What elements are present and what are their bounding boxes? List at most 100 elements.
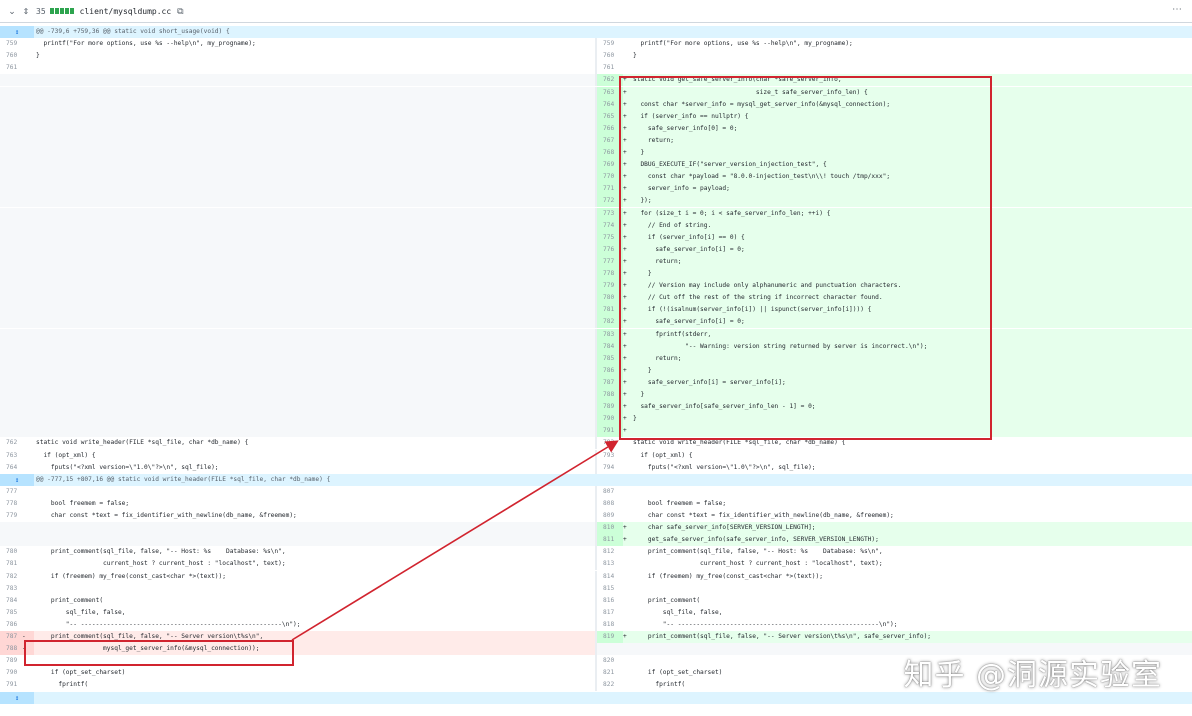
kebab-icon[interactable]: ⋯ — [1172, 4, 1182, 15]
right-line-number[interactable]: 787 — [597, 376, 623, 389]
left-line-number[interactable]: 781 — [0, 558, 34, 570]
left-line-number[interactable]: 761 — [0, 62, 34, 74]
right-line-number[interactable]: 819 — [597, 631, 623, 643]
left-line-number[interactable]: 759 — [0, 38, 34, 50]
right-line-number[interactable]: 767 — [597, 134, 623, 147]
right-line-number[interactable]: 822 — [597, 679, 623, 691]
right-line-number[interactable]: 815 — [597, 583, 623, 595]
add-sign: + — [623, 282, 627, 290]
expand-icon[interactable]: ⇕ — [20, 7, 32, 16]
left-line-number[interactable]: 764 — [0, 462, 34, 474]
left-line-number[interactable]: 760 — [0, 50, 34, 62]
left-line-number[interactable]: 782 — [0, 571, 34, 583]
right-line-number[interactable]: 818 — [597, 619, 623, 631]
right-line-number[interactable]: 793 — [597, 450, 623, 462]
left-line-number[interactable]: 783 — [0, 583, 34, 595]
copy-icon[interactable]: ⧉ — [177, 6, 183, 17]
diff-row: 764 fputs("<?xml version=\"1.0\"?>\n", s… — [0, 461, 1192, 474]
right-line-number[interactable]: 790 — [597, 413, 623, 426]
left-line-number[interactable]: 762 — [0, 437, 34, 449]
right-line-number[interactable]: 768 — [597, 147, 623, 159]
right-line-number[interactable]: 811 — [597, 534, 623, 547]
left-code: mysql_get_server_info(&mysql_connection)… — [36, 645, 260, 653]
left-line-number[interactable]: 789 — [0, 655, 34, 667]
right-line-number[interactable]: 813 — [597, 558, 623, 570]
right-line-number[interactable]: 789 — [597, 401, 623, 414]
right-line-number[interactable]: 762 — [597, 74, 623, 87]
file-path[interactable]: client/mysqldump.cc — [80, 7, 172, 16]
right-line-number[interactable]: 794 — [597, 462, 623, 474]
left-side: 789 — [0, 655, 595, 667]
right-line-number[interactable]: 761 — [597, 62, 623, 74]
right-line-number[interactable]: 810 — [597, 522, 623, 535]
left-line-number[interactable]: 786 — [0, 619, 34, 631]
right-line-number[interactable]: 769 — [597, 159, 623, 172]
right-line-number[interactable]: 781 — [597, 304, 623, 317]
right-side: 766 + safe_server_info[0] = 0; — [597, 122, 1192, 135]
right-line-number[interactable]: 775 — [597, 231, 623, 244]
diff-row: 783 815 — [0, 582, 1192, 595]
right-line-number[interactable]: 791 — [597, 425, 623, 438]
right-line-number[interactable]: 785 — [597, 352, 623, 365]
left-line-number[interactable]: 791 — [0, 679, 34, 691]
diff-row: 763 + size_t safe_server_info_len) { — [0, 86, 1192, 99]
right-line-number[interactable]: 786 — [597, 364, 623, 377]
right-line-number[interactable]: 777 — [597, 255, 623, 268]
right-line-number[interactable]: 821 — [597, 667, 623, 679]
left-line-number[interactable]: 763 — [0, 450, 34, 462]
right-code: safe_server_info[i] = server_info[i]; — [633, 378, 786, 386]
chevron-down-icon[interactable]: ⌄ — [4, 6, 20, 17]
right-line-number[interactable]: 759 — [597, 38, 623, 50]
diff-row: 759 printf("For more options, use %s --h… — [0, 38, 1192, 51]
right-line-number[interactable]: 782 — [597, 316, 623, 329]
right-line-number[interactable]: 773 — [597, 207, 623, 220]
change-count: 35 — [36, 6, 46, 16]
right-line-number[interactable]: 763 — [597, 86, 623, 99]
right-line-number[interactable]: 770 — [597, 171, 623, 184]
expand-hunk-icon[interactable]: ↕ — [0, 473, 34, 486]
expand-hunk-icon[interactable]: ↕ — [0, 26, 34, 38]
left-line-number[interactable]: 779 — [0, 510, 34, 522]
right-code: const char *payload = "8.0.0-injection_t… — [633, 173, 891, 181]
right-code: "-- ------------------------------------… — [633, 620, 898, 628]
right-line-number[interactable]: 807 — [597, 486, 623, 498]
right-line-number[interactable]: 780 — [597, 292, 623, 305]
right-line-number[interactable]: 814 — [597, 571, 623, 583]
left-line-number[interactable]: 790 — [0, 667, 34, 679]
right-line-number[interactable]: 792 — [597, 437, 623, 449]
right-line-number[interactable]: 788 — [597, 389, 623, 401]
left-line-number[interactable]: 784 — [0, 595, 34, 607]
left-line-number[interactable]: 780 — [0, 546, 34, 558]
left-side — [0, 98, 595, 111]
right-line-number[interactable]: 784 — [597, 340, 623, 353]
left-side: 786 "-- --------------------------------… — [0, 619, 595, 631]
expand-hunk-icon[interactable]: ↕ — [0, 691, 34, 704]
right-line-number[interactable]: 776 — [597, 243, 623, 256]
right-side: 773 + for (size_t i = 0; i < safe_server_… — [597, 207, 1192, 220]
left-line-number[interactable]: 777 — [0, 486, 34, 498]
right-line-number[interactable]: 764 — [597, 98, 623, 111]
right-line-number[interactable]: 760 — [597, 50, 623, 62]
right-line-number[interactable]: 766 — [597, 122, 623, 135]
right-line-number[interactable]: 765 — [597, 110, 623, 123]
right-line-number[interactable]: 808 — [597, 498, 623, 510]
right-line-number[interactable]: 771 — [597, 183, 623, 196]
right-side: 809 char const *text = fix_identifier_wi… — [597, 510, 1192, 522]
left-line-number[interactable]: 785 — [0, 607, 34, 619]
left-line-number[interactable]: 778 — [0, 498, 34, 510]
right-line-number[interactable]: 820 — [597, 655, 623, 667]
right-line-number[interactable]: 783 — [597, 328, 623, 341]
right-line-number[interactable]: 817 — [597, 607, 623, 619]
right-side: 815 — [597, 583, 1192, 595]
right-line-number[interactable]: 778 — [597, 268, 623, 280]
right-line-number[interactable]: 772 — [597, 195, 623, 208]
right-line-number[interactable]: 812 — [597, 546, 623, 558]
right-line-number[interactable]: 809 — [597, 510, 623, 522]
right-side: 770 + const char *payload = "8.0.0-inject… — [597, 171, 1192, 184]
diff-row: 785 sql_file, false, 817 sql_file, false, — [0, 606, 1192, 619]
right-line-number[interactable]: 816 — [597, 595, 623, 607]
add-sign: + — [623, 415, 627, 423]
right-line-number[interactable]: 774 — [597, 219, 623, 232]
right-line-number[interactable]: 779 — [597, 280, 623, 293]
diff-row: 787 + safe_server_info[i] = server_info[i… — [0, 376, 1192, 389]
